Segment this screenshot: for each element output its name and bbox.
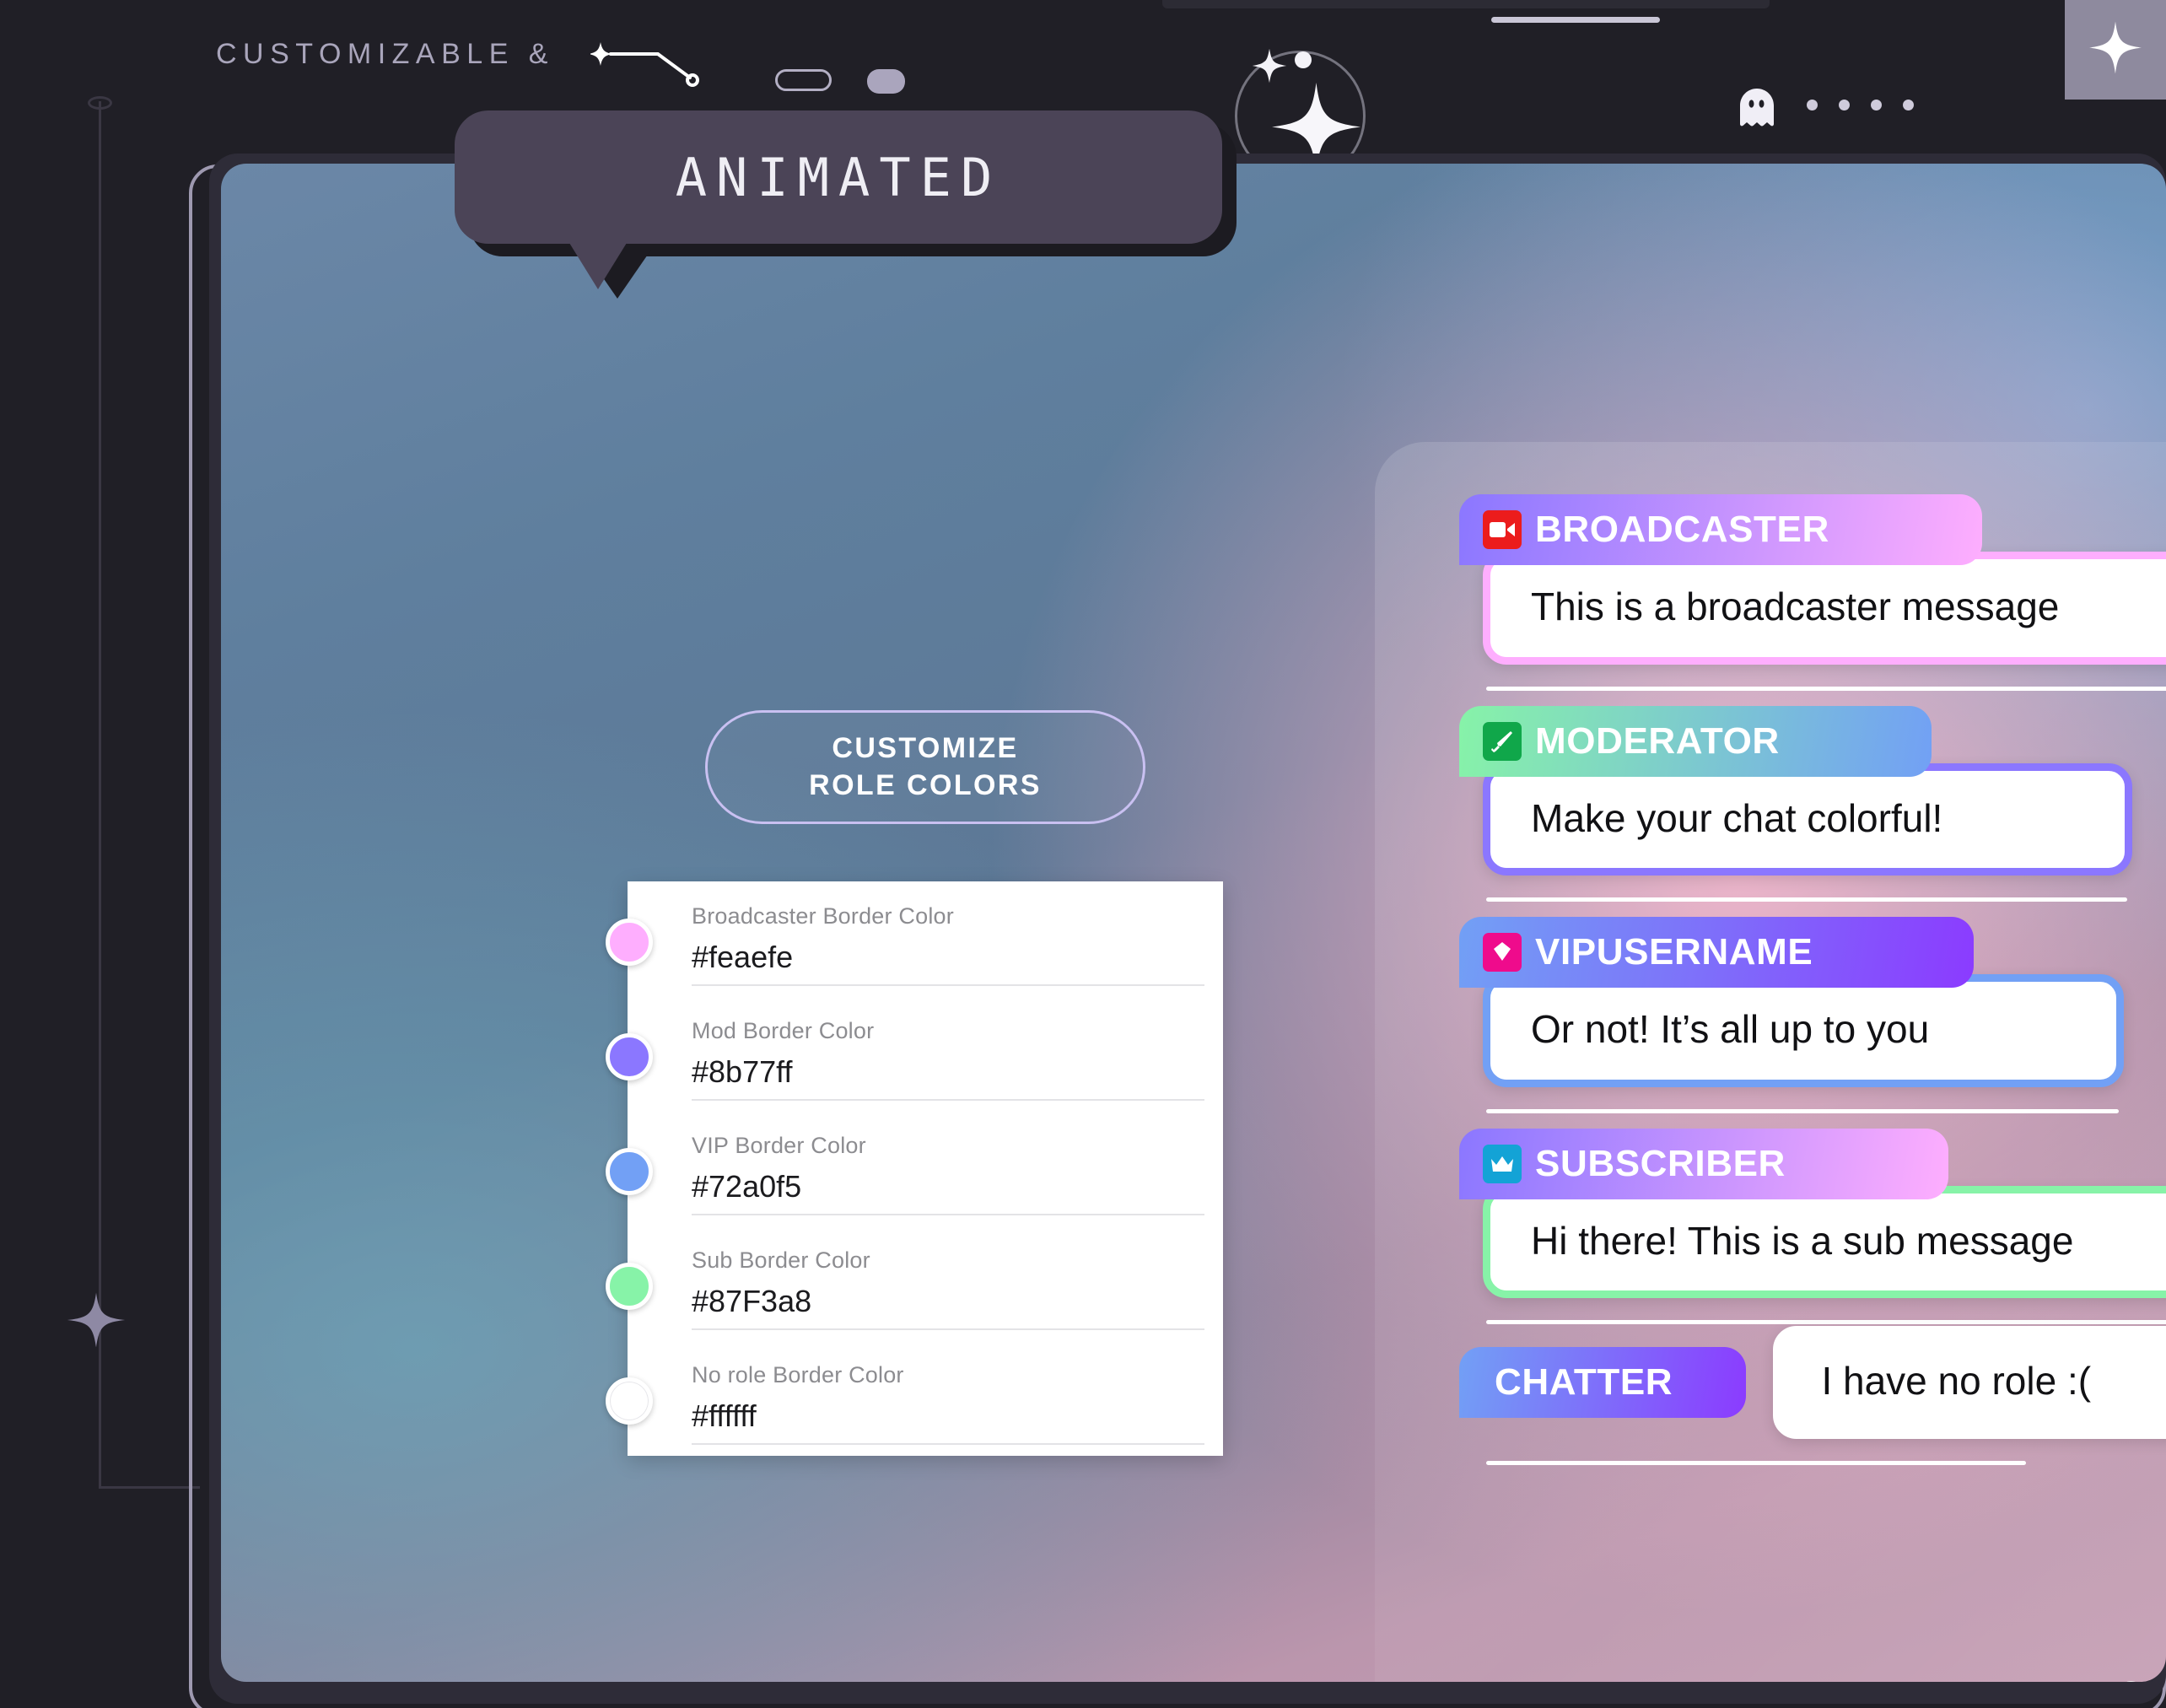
field-underline	[692, 1099, 1204, 1101]
pill-solid-icon	[867, 69, 905, 94]
color-row-broadcaster[interactable]: Broadcaster Border Color #feaefe	[606, 881, 1223, 996]
chat-message-text: Make your chat colorful!	[1483, 762, 2132, 876]
color-swatch-mod[interactable]	[606, 1033, 653, 1080]
chat-message-divider	[1486, 897, 2127, 902]
cta-line-1: CUSTOMIZE	[832, 731, 1019, 764]
role-badge-label: MODERATOR	[1535, 719, 1780, 762]
color-swatch-broadcaster[interactable]	[606, 919, 653, 966]
color-value-broadcaster[interactable]: #feaefe	[692, 940, 1189, 975]
color-row-norole[interactable]: No role Border Color #ffffff	[606, 1340, 1223, 1455]
color-row-vip[interactable]: VIP Border Color #72a0f5	[606, 1111, 1223, 1226]
chat-message-divider	[1486, 1460, 2026, 1465]
four-point-star-icon	[2089, 21, 2142, 78]
role-badge-label: SUBSCRIBER	[1535, 1142, 1786, 1184]
field-underline	[692, 1328, 1204, 1330]
left-guide-line	[99, 101, 101, 1489]
chat-message-text: Or not! It’s all up to you	[1483, 974, 2124, 1087]
color-label-sub: Sub Border Color	[692, 1247, 870, 1273]
color-row-mod[interactable]: Mod Border Color #8b77ff	[606, 996, 1223, 1111]
color-value-mod[interactable]: #8b77ff	[692, 1054, 1189, 1090]
pill-outline-icon	[775, 69, 832, 91]
left-guide-cap-icon	[88, 96, 112, 110]
customize-role-colors-button[interactable]: CUSTOMIZE ROLE COLORS	[705, 710, 1145, 824]
gem-icon	[1483, 933, 1522, 972]
animated-tooltip-label: ANIMATED	[675, 146, 1002, 208]
four-point-star-icon	[58, 1282, 134, 1358]
color-row-sub[interactable]: Sub Border Color #87F3a8	[606, 1226, 1223, 1340]
chat-message-text: This is a broadcaster message	[1483, 552, 2166, 665]
chat-message-text: Hi there! This is a sub message	[1483, 1185, 2166, 1298]
color-swatch-sub[interactable]	[606, 1263, 653, 1310]
field-underline	[692, 1214, 1204, 1215]
chat-preview-panel: BROADCASTER This is a broadcaster messag…	[1375, 442, 2166, 1682]
role-badge-label: BROADCASTER	[1535, 509, 1829, 550]
color-swatch-vip[interactable]	[606, 1148, 653, 1195]
pointer-line-icon	[590, 42, 699, 87]
streamelements-brand: StreamElements	[2121, 1564, 2166, 1682]
color-value-vip[interactable]: #72a0f5	[692, 1169, 1189, 1204]
video-camera-icon	[1483, 510, 1522, 549]
color-swatch-norole[interactable]	[606, 1377, 653, 1425]
pac-dot-4	[1903, 100, 1914, 110]
corner-accent-chip	[2065, 0, 2166, 100]
role-badge-label: CHATTER	[1495, 1361, 1673, 1403]
role-badge-chatter: CHATTER	[1459, 1347, 1746, 1418]
page-title: CUSTOMIZABLE &	[216, 38, 554, 70]
role-badge-label: VIPUSERNAME	[1535, 931, 1813, 973]
field-underline	[692, 1443, 1204, 1445]
chat-message-subscriber: SUBSCRIBER Hi there! This is a sub messa…	[1459, 1128, 2166, 1324]
role-badge-moderator: MODERATOR	[1459, 705, 1932, 777]
pac-dot-3	[1871, 100, 1882, 110]
chat-message-divider	[1486, 1320, 2166, 1324]
screenshot-root: CUSTOMIZABLE & CUSTOMIZE ROLE COLORS Bro…	[0, 0, 2166, 1708]
left-guide-corner	[99, 1486, 200, 1489]
brand-wordmark: StreamElements	[2121, 1676, 2166, 1682]
streamelements-rocket-icon	[2121, 1564, 2166, 1682]
chat-message-chatter: CHATTER I have no role :(	[1459, 1326, 2166, 1465]
cta-line-2: ROLE COLORS	[809, 768, 1042, 801]
dot-decor-icon	[1294, 51, 1312, 73]
color-label-mod: Mod Border Color	[692, 1018, 875, 1043]
chat-message-divider	[1486, 686, 2166, 691]
color-label-norole: No role Border Color	[692, 1362, 904, 1387]
chat-message-moderator: MODERATOR Make your chat colorful!	[1459, 705, 2166, 902]
role-badge-vip: VIPUSERNAME	[1459, 917, 1974, 988]
color-label-broadcaster: Broadcaster Border Color	[692, 903, 954, 929]
field-underline	[692, 984, 1204, 986]
chat-message-divider	[1486, 1108, 2119, 1113]
sword-icon	[1483, 721, 1522, 761]
color-label-vip: VIP Border Color	[692, 1133, 866, 1158]
color-value-norole[interactable]: #ffffff	[692, 1398, 1189, 1434]
chat-message-broadcaster: BROADCASTER This is a broadcaster messag…	[1459, 494, 2166, 691]
role-badge-broadcaster: BROADCASTER	[1459, 494, 1982, 565]
role-colors-panel: Broadcaster Border Color #feaefe Mod Bor…	[606, 881, 1223, 1456]
brand-name-bold: Stream	[2121, 1676, 2166, 1682]
pac-dot-2	[1839, 100, 1850, 110]
pac-dot-1	[1807, 100, 1818, 110]
top-strip-line-decor	[1491, 17, 1660, 23]
animated-tooltip: ANIMATED	[455, 110, 1222, 289]
top-strip-decor	[1162, 0, 1770, 8]
chat-message-text: I have no role :(	[1773, 1326, 2166, 1439]
color-value-sub[interactable]: #87F3a8	[692, 1284, 1189, 1319]
preview-card: CUSTOMIZE ROLE COLORS Broadcaster Border…	[221, 164, 2166, 1682]
role-badge-subscriber: SUBSCRIBER	[1459, 1128, 1948, 1199]
chat-message-vip: VIPUSERNAME Or not! It’s all up to you	[1459, 917, 2166, 1113]
crown-icon	[1483, 1144, 1522, 1183]
ghost-icon	[1739, 88, 1775, 132]
